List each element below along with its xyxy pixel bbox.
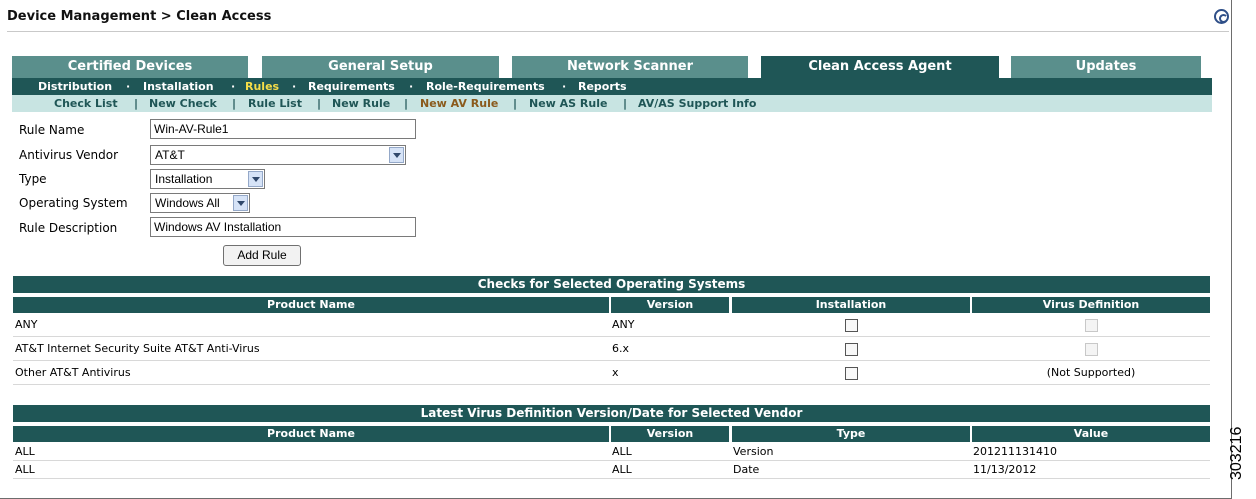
checks-header-product: Product Name [13, 297, 609, 313]
latest-table-header: Product Name Version Type Value [13, 426, 1210, 442]
checks-table-row: Other AT&T Antivirus x (Not Supported) [13, 361, 1210, 385]
nav-separator: | [134, 97, 139, 110]
rule-nav-new-check[interactable]: New Check [149, 95, 217, 112]
latest-table-row: ALL ALL Version 201211131410 [13, 443, 1210, 461]
rule-nav-new-as-rule[interactable]: New AS Rule [529, 95, 607, 112]
rule-nav-av-as-support-info[interactable]: AV/AS Support Info [638, 95, 756, 112]
type-select[interactable]: Installation [150, 169, 265, 189]
chevron-down-icon[interactable] [248, 171, 263, 187]
sub-nav-role-requirements[interactable]: Role-Requirements [426, 78, 545, 95]
antivirus-vendor-select[interactable]: AT&T [150, 145, 406, 165]
version-cell: ANY [612, 318, 635, 331]
checks-table-row: AT&T Internet Security Suite AT&T Anti-V… [13, 337, 1210, 361]
operating-system-select[interactable]: Windows All [150, 193, 250, 213]
installation-checkbox[interactable] [845, 343, 858, 356]
nav-separator: · [562, 80, 567, 93]
virus-definition-checkbox [1085, 319, 1098, 332]
rule-nav-rule-list[interactable]: Rule List [248, 95, 302, 112]
nav-separator: · [292, 80, 297, 93]
add-rule-button[interactable]: Add Rule [223, 245, 301, 266]
nav-separator: | [623, 97, 628, 110]
operating-system-value: Windows All [155, 196, 220, 210]
version-cell: ALL [612, 445, 632, 458]
latest-definition-table-title: Latest Virus Definition Version/Date for… [13, 405, 1210, 422]
rule-nav-new-av-rule[interactable]: New AV Rule [420, 95, 498, 112]
nav-separator: · [126, 80, 131, 93]
product-name-cell: ANY [15, 318, 38, 331]
nav-separator: · [409, 80, 414, 93]
antivirus-vendor-value: AT&T [155, 148, 185, 162]
latest-header-product: Product Name [13, 426, 609, 442]
not-supported-text: (Not Supported) [1046, 366, 1136, 379]
latest-table-row: ALL ALL Date 11/13/2012 [13, 461, 1210, 479]
chevron-down-icon[interactable] [389, 147, 404, 163]
rule-nav-check-list[interactable]: Check List [54, 95, 118, 112]
rule-description-input[interactable]: Windows AV Installation [150, 217, 416, 237]
checks-table-row: ANY ANY [13, 313, 1210, 337]
nav-separator: · [231, 80, 236, 93]
checks-header-version: Version [611, 297, 729, 313]
checks-table-title: Checks for Selected Operating Systems [13, 276, 1210, 293]
nav-separator: | [404, 97, 409, 110]
rule-name-label: Rule Name [19, 123, 85, 137]
latest-header-version: Version [611, 426, 729, 442]
main-tabs: Certified Devices General Setup Network … [12, 56, 1212, 78]
sub-navigation: Distribution · Installation · Rules · Re… [12, 78, 1212, 95]
rule-nav-new-rule[interactable]: New Rule [332, 95, 390, 112]
nav-separator: | [232, 97, 237, 110]
tab-clean-access-agent[interactable]: Clean Access Agent [761, 56, 999, 78]
latest-header-value: Value [972, 426, 1210, 442]
figure-id: 303216 [1228, 426, 1245, 480]
installation-checkbox[interactable] [845, 319, 858, 332]
product-name-cell: AT&T Internet Security Suite AT&T Anti-V… [15, 342, 260, 355]
tab-updates[interactable]: Updates [1011, 56, 1201, 78]
tab-network-scanner[interactable]: Network Scanner [512, 56, 748, 78]
product-name-cell: ALL [15, 445, 35, 458]
nav-separator: | [317, 97, 322, 110]
chevron-down-icon[interactable] [233, 195, 248, 211]
nav-separator: | [513, 97, 518, 110]
product-name-cell: ALL [15, 463, 35, 476]
sub-nav-rules[interactable]: Rules [245, 78, 279, 95]
header-divider [7, 31, 1229, 32]
tab-certified-devices[interactable]: Certified Devices [12, 56, 248, 78]
sub-nav-requirements[interactable]: Requirements [308, 78, 395, 95]
clean-access-window: Device Management > Clean Access Certifi… [0, 0, 1232, 499]
checks-header-virus-definition: Virus Definition [972, 297, 1210, 313]
type-cell: Version [733, 445, 774, 458]
virus-definition-checkbox [1085, 343, 1098, 356]
installation-checkbox[interactable] [845, 367, 858, 380]
version-cell: 6.x [612, 342, 630, 355]
version-cell: x [612, 366, 619, 379]
value-cell: 201211131410 [973, 445, 1057, 458]
type-value: Installation [155, 172, 213, 186]
refresh-icon[interactable] [1214, 9, 1229, 24]
type-label: Type [19, 172, 47, 186]
type-cell: Date [733, 463, 760, 476]
latest-header-type: Type [732, 426, 970, 442]
checks-header-installation: Installation [732, 297, 970, 313]
rule-navigation: Check List | New Check | Rule List | New… [12, 95, 1212, 112]
value-cell: 11/13/2012 [973, 463, 1037, 476]
page-title: Device Management > Clean Access [7, 9, 272, 24]
antivirus-vendor-label: Antivirus Vendor [19, 148, 119, 162]
tab-general-setup[interactable]: General Setup [262, 56, 499, 78]
version-cell: ALL [612, 463, 632, 476]
rule-name-input[interactable]: Win-AV-Rule1 [150, 119, 416, 139]
product-name-cell: Other AT&T Antivirus [15, 366, 131, 379]
sub-nav-reports[interactable]: Reports [578, 78, 627, 95]
checks-table-header: Product Name Version Installation Virus … [13, 297, 1210, 313]
sub-nav-distribution[interactable]: Distribution [38, 78, 112, 95]
rule-description-label: Rule Description [19, 221, 118, 235]
sub-nav-installation[interactable]: Installation [143, 78, 214, 95]
operating-system-label: Operating System [19, 196, 128, 210]
